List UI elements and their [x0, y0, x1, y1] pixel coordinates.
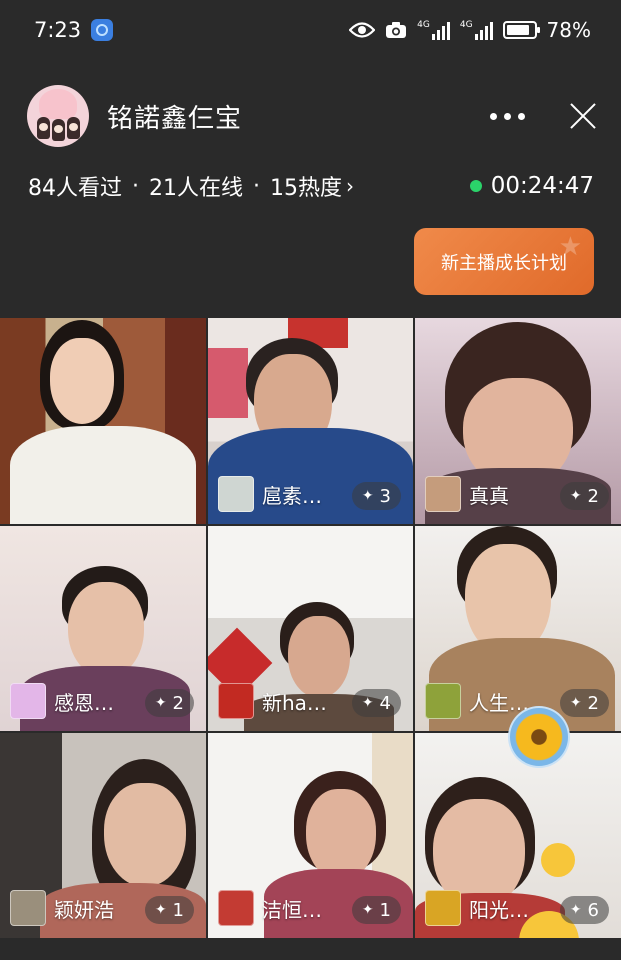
like-count: 1 [379, 899, 391, 921]
participant-like-count: ✦ 3 [351, 482, 401, 510]
video-tile[interactable]: 感恩… ✦ 2 [0, 526, 206, 731]
sparkle-icon: ✦ [569, 695, 582, 711]
online-count: 21人在线 [149, 176, 243, 201]
room-stats[interactable]: 84人看过 · 21人在线 · 15热度 › 00:24:47 [28, 168, 594, 204]
participant-nameplate: 新ha… [218, 683, 327, 719]
sparkle-icon: ✦ [569, 902, 582, 918]
participant-avatar [218, 683, 254, 719]
signal-icon-1: 4G [417, 20, 450, 40]
video-tile[interactable]: 扈素… ✦ 3 [208, 318, 413, 524]
participant-like-count: ✦ 1 [144, 896, 194, 924]
sparkle-icon: ✦ [361, 488, 374, 504]
sunflower-gift-icon[interactable] [508, 706, 570, 768]
host-avatar[interactable] [27, 85, 89, 147]
like-count: 3 [379, 485, 391, 507]
participant-like-count: ✦ 4 [351, 689, 401, 717]
like-count: 6 [587, 899, 599, 921]
participant-nameplate: 感恩… [10, 683, 114, 719]
participant-name: 真真 [469, 483, 509, 508]
participant-nameplate: 人生… [425, 683, 529, 719]
signal-icon-2: 4G [460, 20, 493, 40]
participant-name: 颖妍浩 [54, 897, 114, 922]
smile-emoji-icon [541, 843, 575, 877]
participant-name: 阳光… [469, 897, 529, 922]
sparkle-icon: ✦ [154, 902, 167, 918]
new-host-growth-plan-button[interactable]: 新主播成长计划 [414, 228, 594, 295]
video-tile[interactable]: 人生… ✦ 2 [415, 526, 621, 731]
like-count: 2 [172, 692, 184, 714]
video-tile[interactable]: 阳光… ✦ 6 [415, 733, 621, 938]
like-count: 1 [172, 899, 184, 921]
room-header: 铭諾鑫仨宝 [27, 85, 597, 147]
participant-nameplate: 阳光… [425, 890, 529, 926]
participant-like-count: ✦ 2 [559, 689, 609, 717]
heat-count: 15热度 [270, 176, 342, 201]
video-tile[interactable]: 颖妍浩 ✦ 1 [0, 733, 206, 938]
app-notification-icon [91, 19, 114, 41]
participant-name: 感恩… [54, 690, 114, 715]
eye-icon [349, 22, 376, 38]
participant-nameplate: 颖妍浩 [10, 890, 114, 926]
participant-name: 扈素… [262, 483, 322, 508]
live-dot-icon [469, 180, 482, 192]
like-count: 4 [379, 692, 391, 714]
sparkle-icon: ✦ [154, 695, 167, 711]
like-count: 2 [587, 485, 599, 507]
participant-name: 洁恒… [262, 897, 322, 922]
viewer-count: 84人看过 [28, 176, 122, 201]
participant-avatar [218, 890, 254, 926]
video-tile[interactable]: 真真 ✦ 2 [415, 318, 621, 524]
participant-nameplate: 扈素… [218, 476, 322, 512]
battery-icon [502, 21, 540, 39]
room-title[interactable]: 铭諾鑫仨宝 [107, 98, 242, 135]
participant-avatar [10, 890, 46, 926]
battery-percentage: 78% [546, 18, 591, 42]
participant-avatar [425, 890, 461, 926]
close-icon[interactable] [569, 102, 597, 130]
participant-name: 新ha… [262, 690, 327, 715]
chevron-right-icon: › [346, 174, 354, 198]
video-grid: 扈素… ✦ 3 真真 ✦ 2 感恩… ✦ 2 新ha… ✦ 4 人生… ✦ 2 … [0, 318, 621, 938]
status-bar: 7:23 4G 4G 78% [0, 0, 621, 60]
camera-icon [386, 22, 407, 38]
live-timer: 00:24:47 [469, 173, 594, 199]
participant-nameplate: 洁恒… [218, 890, 322, 926]
status-time: 7:23 [34, 18, 82, 42]
participant-nameplate: 真真 [425, 476, 509, 512]
sparkle-icon: ✦ [361, 902, 374, 918]
participant-avatar [425, 476, 461, 512]
more-options-icon[interactable] [490, 112, 525, 120]
participant-avatar [218, 476, 254, 512]
participant-like-count: ✦ 2 [559, 482, 609, 510]
sparkle-icon: ✦ [361, 695, 374, 711]
participant-like-count: ✦ 1 [351, 896, 401, 924]
stats-separator: · [253, 173, 260, 199]
promo-label: 新主播成长计划 [441, 252, 567, 274]
participant-like-count: ✦ 6 [559, 896, 609, 924]
stats-separator: · [132, 173, 139, 199]
live-duration: 00:24:47 [490, 173, 594, 199]
participant-avatar [10, 683, 46, 719]
video-tile[interactable]: 洁恒… ✦ 1 [208, 733, 413, 938]
video-tile[interactable] [0, 318, 206, 524]
sparkle-icon: ✦ [569, 488, 582, 504]
video-tile[interactable]: 新ha… ✦ 4 [208, 526, 413, 731]
participant-avatar [425, 683, 461, 719]
like-count: 2 [587, 692, 599, 714]
participant-like-count: ✦ 2 [144, 689, 194, 717]
